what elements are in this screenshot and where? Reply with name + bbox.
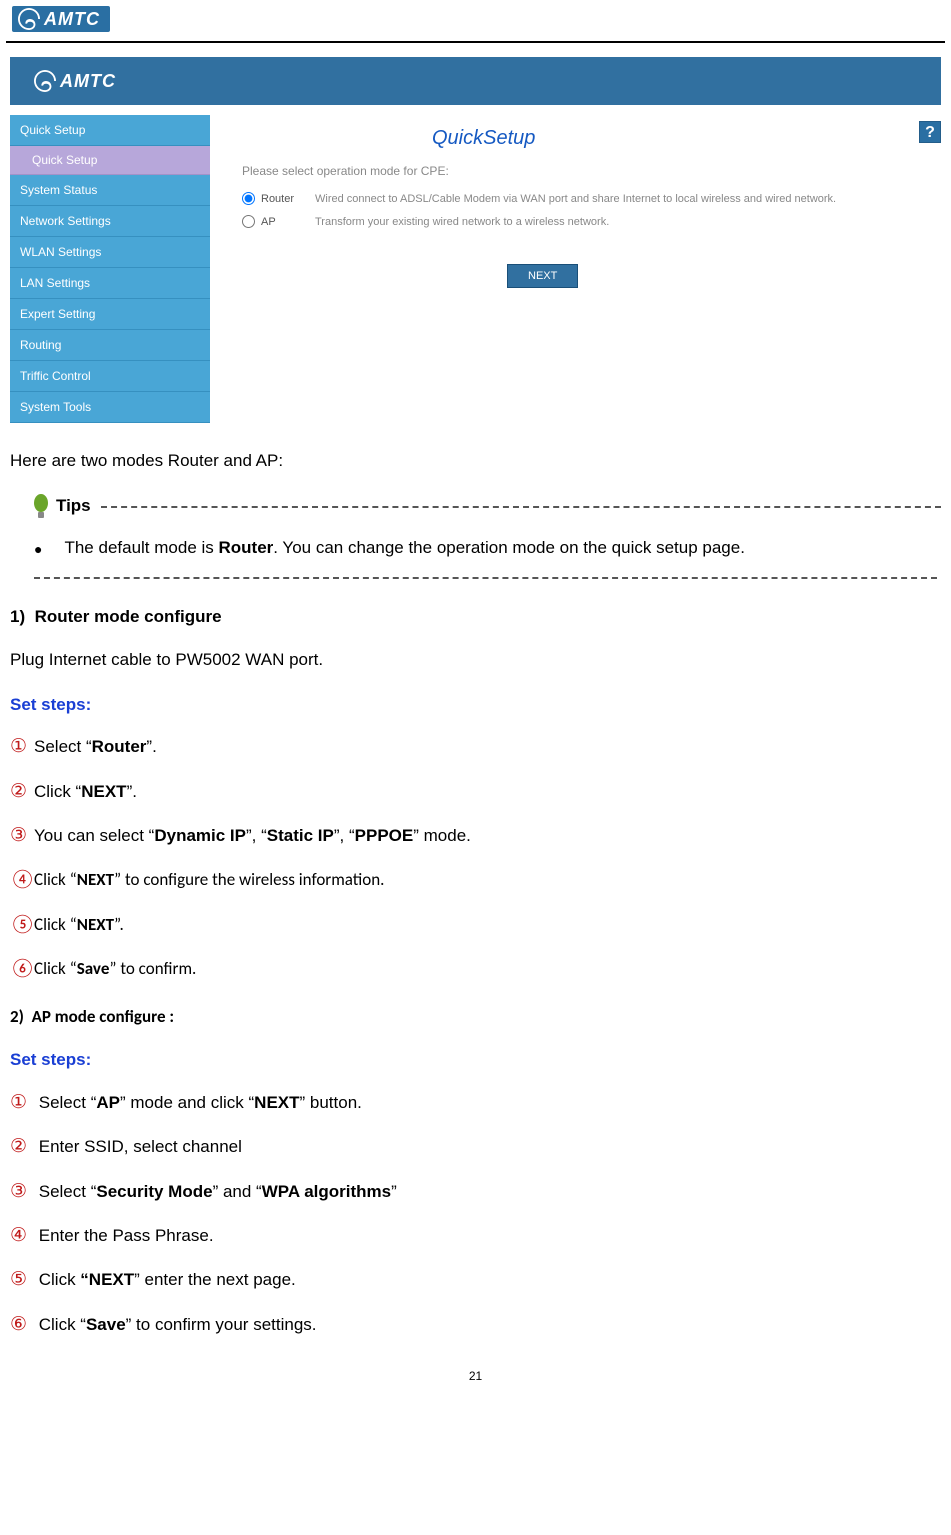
ui-sidebar: Quick Setup Quick Setup System Status Ne… <box>10 115 210 423</box>
section-1-intro: Plug Internet cable to PW5002 WAN port. <box>10 646 941 675</box>
option-router: Router Wired connect to ADSL/Cable Modem… <box>242 192 921 205</box>
tips-row: Tips <box>10 492 941 522</box>
content-title: QuickSetup <box>432 127 921 150</box>
sidebar-system-tools[interactable]: System Tools <box>10 392 210 423</box>
tip-item: ● The default mode is Router. You can ch… <box>34 534 941 563</box>
a-step-2: ② Enter SSID, select channel <box>10 1131 941 1163</box>
r-step-1: ①Select “Router”. <box>10 731 941 763</box>
router-ui-screenshot: AMTC Quick Setup Quick Setup System Stat… <box>10 57 941 423</box>
router-radio[interactable] <box>242 192 255 205</box>
ui-content: ? QuickSetup Please select operation mod… <box>210 115 941 423</box>
sidebar-traffic-control[interactable]: Triffic Control <box>10 361 210 392</box>
brand-text: AMTC <box>44 9 100 30</box>
intro-line: Here are two modes Router and AP: <box>10 447 941 476</box>
doc-header: AMTC <box>0 0 951 39</box>
ap-steps: ① Select “AP” mode and click “NEXT” butt… <box>10 1087 941 1341</box>
bullet-icon: ● <box>34 538 42 562</box>
ui-brand-text: AMTC <box>60 71 116 92</box>
sidebar-system-status[interactable]: System Status <box>10 175 210 206</box>
content-desc: Please select operation mode for CPE: <box>242 164 921 178</box>
dash-line <box>101 506 941 508</box>
a-step-5: ⑤ Click “NEXT” enter the next page. <box>10 1264 941 1296</box>
r-step-6: ⑥Click “Save” to confirm. <box>10 953 941 985</box>
a-step-4: ④ Enter the Pass Phrase. <box>10 1220 941 1252</box>
bulb-icon <box>32 492 50 522</box>
router-desc: Wired connect to ADSL/Cable Modem via WA… <box>315 193 836 205</box>
sidebar-routing[interactable]: Routing <box>10 330 210 361</box>
header-rule <box>6 41 945 43</box>
r-step-3: ③You can select “Dynamic IP”, “Static IP… <box>10 820 941 852</box>
r-step-4: ④Click “NEXT” to configure the wireless … <box>10 864 941 896</box>
sidebar-wlan-settings[interactable]: WLAN Settings <box>10 237 210 268</box>
brand-logo: AMTC <box>12 6 110 32</box>
page-number: 21 <box>0 1369 951 1383</box>
r-step-5: ⑤Click “NEXT”. <box>10 909 941 941</box>
ui-brand-logo: AMTC <box>28 68 126 94</box>
ui-topbar: AMTC <box>10 57 941 105</box>
swirl-icon <box>18 8 40 30</box>
next-button[interactable]: NEXT <box>507 264 578 288</box>
a-step-6: ⑥ Click “Save” to confirm your settings. <box>10 1309 941 1341</box>
sidebar-network-settings[interactable]: Network Settings <box>10 206 210 237</box>
sidebar-quick-setup-sub[interactable]: Quick Setup <box>10 146 210 175</box>
ap-radio[interactable] <box>242 215 255 228</box>
router-label: Router <box>261 193 309 205</box>
document-body: Here are two modes Router and AP: Tips ●… <box>0 447 951 1341</box>
tips-label: Tips <box>56 492 91 521</box>
sidebar-expert-setting[interactable]: Expert Setting <box>10 299 210 330</box>
option-ap: AP Transform your existing wired network… <box>242 215 921 228</box>
r-step-2: ②Click “NEXT”. <box>10 776 941 808</box>
help-icon[interactable]: ? <box>919 121 941 143</box>
swirl-icon <box>34 70 56 92</box>
section-2-heading: 2) AP mode configure : <box>10 1003 941 1032</box>
ap-label: AP <box>261 216 309 228</box>
dash-separator <box>34 577 937 579</box>
set-steps-label-1: Set steps: <box>10 691 941 720</box>
sidebar-quick-setup[interactable]: Quick Setup <box>10 115 210 146</box>
sidebar-lan-settings[interactable]: LAN Settings <box>10 268 210 299</box>
ap-desc: Transform your existing wired network to… <box>315 216 609 228</box>
a-step-1: ① Select “AP” mode and click “NEXT” butt… <box>10 1087 941 1119</box>
section-1-heading: 1) Router mode configure <box>10 603 941 632</box>
tip-text: The default mode is Router. You can chan… <box>64 534 744 563</box>
ui-spacer <box>10 105 941 115</box>
router-steps: ①Select “Router”. ②Click “NEXT”. ③You ca… <box>10 731 941 985</box>
a-step-3: ③ Select “Security Mode” and “WPA algori… <box>10 1176 941 1208</box>
set-steps-label-2: Set steps: <box>10 1046 941 1075</box>
